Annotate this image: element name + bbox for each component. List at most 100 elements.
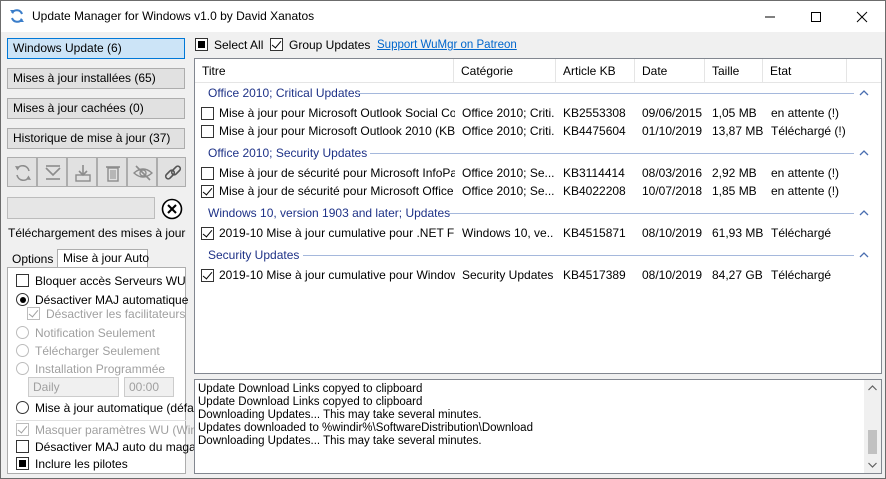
row-kb: KB2553308 (563, 106, 626, 120)
disable-store-auto-checkbox[interactable] (16, 440, 29, 453)
disable-facilitators-checkbox (27, 307, 40, 320)
auto-update-default-radio[interactable] (16, 401, 29, 414)
row-size: 84,27 GB (712, 268, 763, 282)
select-all-option[interactable]: Select All (195, 38, 263, 52)
nav-windows-update[interactable]: Windows Update (6) (7, 38, 185, 59)
row-checkbox[interactable] (201, 185, 214, 198)
install-button[interactable] (67, 157, 97, 187)
group-header-office-critical[interactable]: Office 2010; Critical Updates (208, 86, 361, 100)
table-row[interactable]: Mise à jour de sécurité pour Microsoft I… (195, 164, 881, 182)
group-header-windows-10[interactable]: Windows 10, version 1903 and later; Upda… (208, 206, 450, 220)
group-header-security-updates[interactable]: Security Updates (208, 248, 299, 262)
select-all-checkbox[interactable] (195, 38, 208, 51)
group-updates-checkbox[interactable] (270, 38, 283, 51)
hide-button[interactable] (127, 157, 157, 187)
close-button[interactable] (839, 1, 885, 32)
column-header-date[interactable]: Date (635, 59, 705, 83)
row-state: en attente (!) (771, 106, 840, 120)
row-state: Téléchargé (771, 268, 832, 282)
table-row[interactable]: 2019-10 Mise à jour cumulative pour .NET… (195, 224, 881, 242)
auto-update-default-option[interactable]: Mise à jour automatique (défaut) (16, 401, 208, 417)
disable-facilitators-option: Désactiver les facilitateurs (27, 307, 185, 323)
row-category: Office 2010; Criti... (462, 106, 554, 120)
row-date: 10/07/2018 (642, 184, 703, 198)
nav-hidden-updates[interactable]: Mises à jour cachées (0) (7, 98, 185, 119)
hide-wu-settings-option: Masquer paramètres WU (Win) (16, 423, 201, 439)
maximize-button[interactable] (793, 1, 839, 32)
block-wu-servers-checkbox[interactable] (16, 274, 29, 287)
column-header-state[interactable]: Etat (763, 59, 847, 83)
collapse-group-icon[interactable] (859, 209, 869, 217)
table-row[interactable]: 2019-10 Mise à jour cumulative pour Wind… (195, 266, 881, 284)
auto-update-panel: Bloquer accès Serveurs WU Désactiver MAJ… (7, 267, 211, 474)
collapse-group-icon[interactable] (859, 89, 869, 97)
download-icon (45, 165, 61, 180)
group-divider (357, 93, 854, 94)
collapse-group-icon[interactable] (859, 149, 869, 157)
hide-wu-settings-checkbox (16, 423, 29, 436)
row-kb: KB3114414 (563, 166, 625, 180)
cancel-download-icon[interactable] (159, 197, 185, 221)
refresh-app-icon (10, 9, 24, 23)
disable-auto-update-radio[interactable] (16, 293, 29, 306)
minimize-button[interactable] (747, 1, 793, 32)
refresh-button[interactable] (7, 157, 37, 187)
group-updates-option[interactable]: Group Updates (270, 38, 370, 52)
column-header-title[interactable]: Titre (195, 59, 454, 83)
row-title: Mise à jour pour Microsoft Outlook 2010 … (219, 124, 455, 138)
app-window: Update Manager for Windows v1.0 by David… (0, 0, 886, 479)
copy-link-button[interactable] (157, 157, 186, 187)
include-drivers-checkbox[interactable] (16, 457, 29, 470)
group-header-office-security[interactable]: Office 2010; Security Updates (208, 146, 367, 160)
scrollbar-thumb[interactable] (868, 430, 877, 454)
column-header-size[interactable]: Taille (705, 59, 763, 83)
row-checkbox[interactable] (201, 167, 214, 180)
log-scrollbar[interactable] (864, 380, 881, 473)
row-category: Office 2010; Se... (462, 184, 554, 198)
row-checkbox[interactable] (201, 125, 214, 138)
download-only-option: Télécharger Seulement (16, 344, 160, 360)
row-date: 08/10/2019 (642, 268, 703, 282)
table-row[interactable]: Mise à jour pour Microsoft Outlook Socia… (195, 104, 881, 122)
row-title: 2019-10 Mise à jour cumulative pour .NET… (219, 226, 455, 240)
log-line: Update Download Links copyed to clipboar… (198, 396, 423, 408)
row-size: 1,05 MB (712, 106, 757, 120)
notify-only-option: Notification Seulement (16, 326, 155, 342)
download-only-radio (16, 344, 29, 357)
scroll-up-icon[interactable] (864, 382, 881, 394)
log-output[interactable]: Update Download Links copyed to clipboar… (194, 379, 882, 474)
table-row[interactable]: Mise à jour pour Microsoft Outlook 2010 … (195, 122, 881, 140)
nav-installed-updates[interactable]: Mises à jour installées (65) (7, 68, 185, 89)
row-date: 01/10/2019 (642, 124, 703, 138)
row-state: Téléchargé (771, 226, 832, 240)
nav-update-history[interactable]: Historique de mise à jour (37) (7, 128, 185, 149)
schedule-day-select: Daily (28, 377, 119, 397)
row-checkbox[interactable] (201, 107, 214, 120)
group-divider (370, 153, 854, 154)
scroll-down-icon[interactable] (864, 459, 881, 471)
row-state: en attente (!) (771, 184, 840, 198)
row-date: 09/06/2015 (642, 106, 703, 120)
patreon-support-link[interactable]: Support WuMgr on Patreon (377, 39, 517, 51)
delete-button[interactable] (97, 157, 127, 187)
row-state: en attente (!) (771, 166, 840, 180)
hide-icon (133, 165, 153, 181)
maximize-icon (811, 12, 821, 22)
column-header-kb[interactable]: Article KB (556, 59, 635, 83)
block-wu-servers-option[interactable]: Bloquer accès Serveurs WU (16, 274, 186, 290)
column-header-category[interactable]: Catégorie (454, 59, 556, 83)
collapse-group-icon[interactable] (859, 251, 869, 259)
updates-list: Titre Catégorie Article KB Date Taille E… (194, 58, 882, 374)
table-row[interactable]: Mise à jour de sécurité pour Microsoft O… (195, 182, 881, 200)
row-state: Téléchargé (!) (771, 124, 846, 138)
disable-store-auto-option[interactable]: Désactiver MAJ auto du magasin (16, 440, 211, 456)
row-title: Mise à jour pour Microsoft Outlook Socia… (219, 106, 455, 120)
row-checkbox[interactable] (201, 227, 214, 240)
row-checkbox[interactable] (201, 269, 214, 282)
tab-auto-update[interactable]: Mise à jour Auto (57, 249, 149, 268)
download-progress-bar (7, 197, 155, 219)
notify-only-radio (16, 326, 29, 339)
row-kb: KB4022208 (563, 184, 626, 198)
include-drivers-option[interactable]: Inclure les pilotes (16, 457, 128, 473)
download-button[interactable] (37, 157, 67, 187)
